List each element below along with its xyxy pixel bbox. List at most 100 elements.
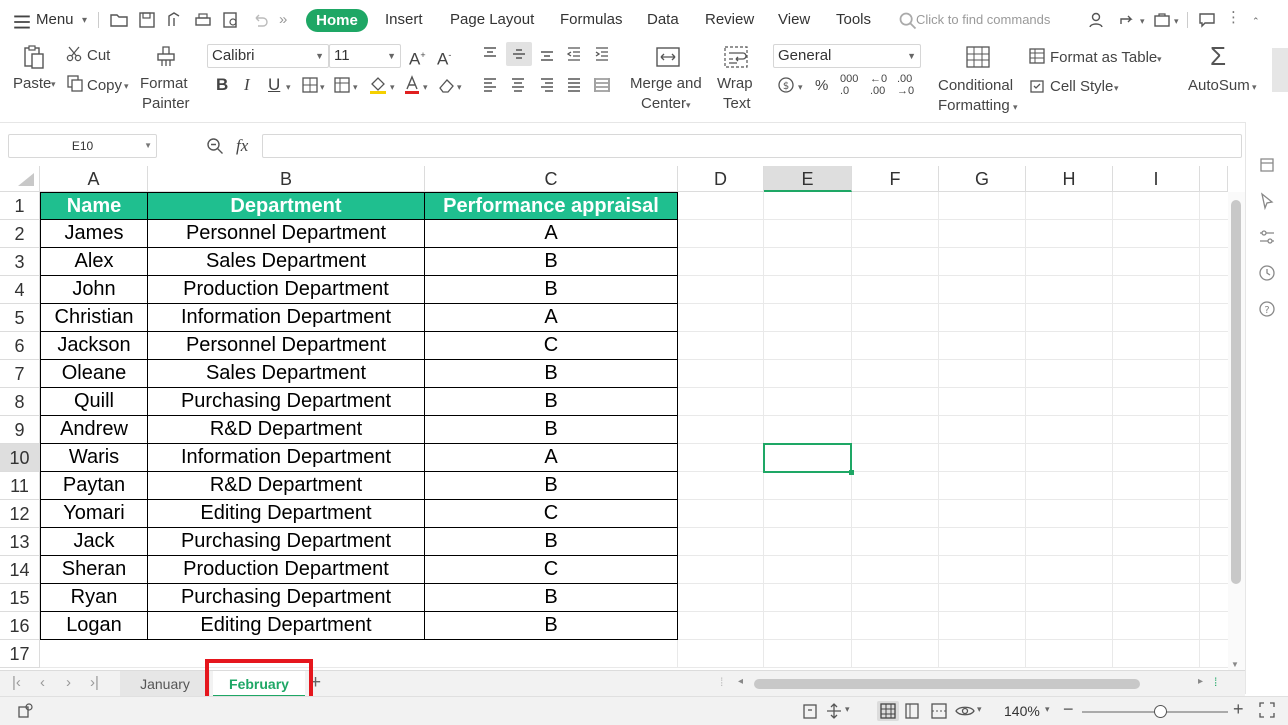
row-header-11[interactable]: 11 xyxy=(0,472,40,500)
table-cell[interactable]: C xyxy=(425,332,678,360)
table-cell[interactable]: Waris xyxy=(40,444,148,472)
help-icon[interactable]: ? xyxy=(1258,300,1276,318)
table-cell[interactable]: Ryan xyxy=(40,584,148,612)
collaborate-icon[interactable] xyxy=(1152,10,1172,30)
name-box[interactable]: E10 ▼ xyxy=(8,134,157,158)
table-cell[interactable]: Logan xyxy=(40,612,148,640)
merge-label-1[interactable]: Merge and xyxy=(630,74,702,93)
table-cell[interactable]: R&D Department xyxy=(148,416,425,444)
sheet-grid[interactable]: ABCDEFGHI 1 2 3 4 5 6 7 8 9 10 11 12 13 14 15 16 17 Name… xyxy=(0,166,1228,670)
table-cell[interactable]: James xyxy=(40,220,148,248)
table-cell[interactable]: Production Department xyxy=(148,556,425,584)
macro-icon[interactable] xyxy=(16,702,34,725)
table-header-cell[interactable]: Department xyxy=(148,192,425,220)
table-cell[interactable]: B xyxy=(425,584,678,612)
table-cell[interactable]: John xyxy=(40,276,148,304)
next-sheet-icon[interactable]: › xyxy=(66,674,71,691)
panel-toggle-icon[interactable] xyxy=(1258,156,1276,174)
scroll-right-icon[interactable]: ▸ xyxy=(1198,676,1203,687)
table-cell[interactable]: Purchasing Department xyxy=(148,388,425,416)
thousands-separator-icon[interactable]: 000.0 xyxy=(840,73,858,97)
paste-chevron-icon[interactable]: ▾ xyxy=(51,75,56,94)
table-header-cell[interactable]: Name xyxy=(40,192,148,220)
table-cell[interactable]: Personnel Department xyxy=(148,332,425,360)
format-painter-icon[interactable] xyxy=(155,44,177,68)
comment-icon[interactable] xyxy=(1197,10,1217,30)
tab-review[interactable]: Review xyxy=(705,8,754,32)
zoom-slider-thumb[interactable] xyxy=(1154,705,1167,718)
row-header-17[interactable]: 17 xyxy=(0,640,40,668)
more-chevron-icon[interactable]: » xyxy=(279,8,287,32)
align-bottom-icon[interactable] xyxy=(539,46,555,62)
active-cell-selection[interactable] xyxy=(763,443,852,473)
table-cell[interactable]: Editing Department xyxy=(148,500,425,528)
tab-page-layout[interactable]: Page Layout xyxy=(450,8,534,32)
merge-label-2[interactable]: Center xyxy=(641,94,686,113)
fill-color-chevron-icon[interactable]: ▾ xyxy=(390,78,395,97)
number-format-select[interactable]: General ▼ xyxy=(773,44,921,68)
table-cell[interactable]: Personnel Department xyxy=(148,220,425,248)
menu-button[interactable]: Menu xyxy=(36,8,74,32)
format-painter-label-1[interactable]: Format xyxy=(140,74,188,93)
row-header-15[interactable]: 15 xyxy=(0,584,40,612)
conditional-formatting-icon[interactable] xyxy=(966,46,990,68)
table-cell[interactable]: B xyxy=(425,248,678,276)
table-cell[interactable]: B xyxy=(425,612,678,640)
column-header-f[interactable]: F xyxy=(852,166,939,192)
format-table-icon[interactable] xyxy=(1029,48,1045,64)
column-header-h[interactable]: H xyxy=(1026,166,1113,192)
underline-icon[interactable]: U xyxy=(268,75,280,94)
table-cell[interactable]: Purchasing Department xyxy=(148,584,425,612)
sheet-tab-january[interactable]: January xyxy=(120,671,210,697)
borders-icon[interactable] xyxy=(302,77,318,93)
table-cell[interactable]: A xyxy=(425,444,678,472)
freeze-chevron-icon[interactable]: ▾ xyxy=(845,704,850,715)
row-header-8[interactable]: 8 xyxy=(0,388,40,416)
zoom-level[interactable]: 140% xyxy=(1004,703,1040,719)
conditional-chevron-icon[interactable]: ▾ xyxy=(1013,98,1018,117)
cut-button[interactable]: Cut xyxy=(87,46,110,65)
table-header-cell[interactable]: Performance appraisal xyxy=(425,192,678,220)
row-header-1[interactable]: 1 xyxy=(0,192,40,220)
zoom-lookup-icon[interactable] xyxy=(206,137,224,155)
protect-icon[interactable] xyxy=(802,702,818,725)
tab-tools[interactable]: Tools xyxy=(836,8,871,32)
distributed-icon[interactable] xyxy=(594,77,610,93)
last-sheet-icon[interactable]: ›| xyxy=(90,674,99,691)
table-cell[interactable]: C xyxy=(425,556,678,584)
table-cell[interactable]: Andrew xyxy=(40,416,148,444)
table-cell[interactable]: B xyxy=(425,416,678,444)
column-header-d[interactable]: D xyxy=(678,166,764,192)
print-icon[interactable] xyxy=(193,10,213,30)
cell-format-icon[interactable] xyxy=(334,77,350,93)
copy-chevron-icon[interactable]: ▾ xyxy=(124,77,129,96)
column-header-b[interactable]: B xyxy=(148,166,425,192)
currency-icon[interactable]: $ xyxy=(777,76,795,94)
italic-icon[interactable]: I xyxy=(244,75,250,94)
table-cell[interactable]: B xyxy=(425,472,678,500)
menu-chevron-icon[interactable]: ▾ xyxy=(82,9,87,33)
wrap-label-1[interactable]: Wrap xyxy=(717,74,753,93)
table-cell[interactable]: A xyxy=(425,304,678,332)
scissors-icon[interactable] xyxy=(66,45,84,63)
row-header-14[interactable]: 14 xyxy=(0,556,40,584)
command-search[interactable]: Click to find commands xyxy=(916,10,1050,30)
align-top-icon[interactable] xyxy=(482,46,498,62)
page-break-view-icon[interactable] xyxy=(930,702,948,725)
reading-mode-chevron-icon[interactable]: ▾ xyxy=(977,704,982,715)
table-cell[interactable]: Jackson xyxy=(40,332,148,360)
reading-mode-icon[interactable] xyxy=(955,702,975,725)
zoom-chevron-icon[interactable]: ▾ xyxy=(1045,704,1050,715)
autosum-button[interactable]: AutoSum xyxy=(1188,76,1250,95)
row-header-13[interactable]: 13 xyxy=(0,528,40,556)
user-icon[interactable] xyxy=(1087,10,1107,30)
table-cell[interactable]: Sheran xyxy=(40,556,148,584)
justify-icon[interactable] xyxy=(566,77,582,93)
row-header-4[interactable]: 4 xyxy=(0,276,40,304)
format-table-chevron-icon[interactable]: ▾ xyxy=(1157,50,1162,69)
collaborate-chevron-icon[interactable]: ▾ xyxy=(1174,9,1179,33)
table-cell[interactable]: Purchasing Department xyxy=(148,528,425,556)
conditional-label-1[interactable]: Conditional xyxy=(938,76,1013,95)
table-cell[interactable]: B xyxy=(425,388,678,416)
align-middle-icon[interactable] xyxy=(506,42,532,66)
